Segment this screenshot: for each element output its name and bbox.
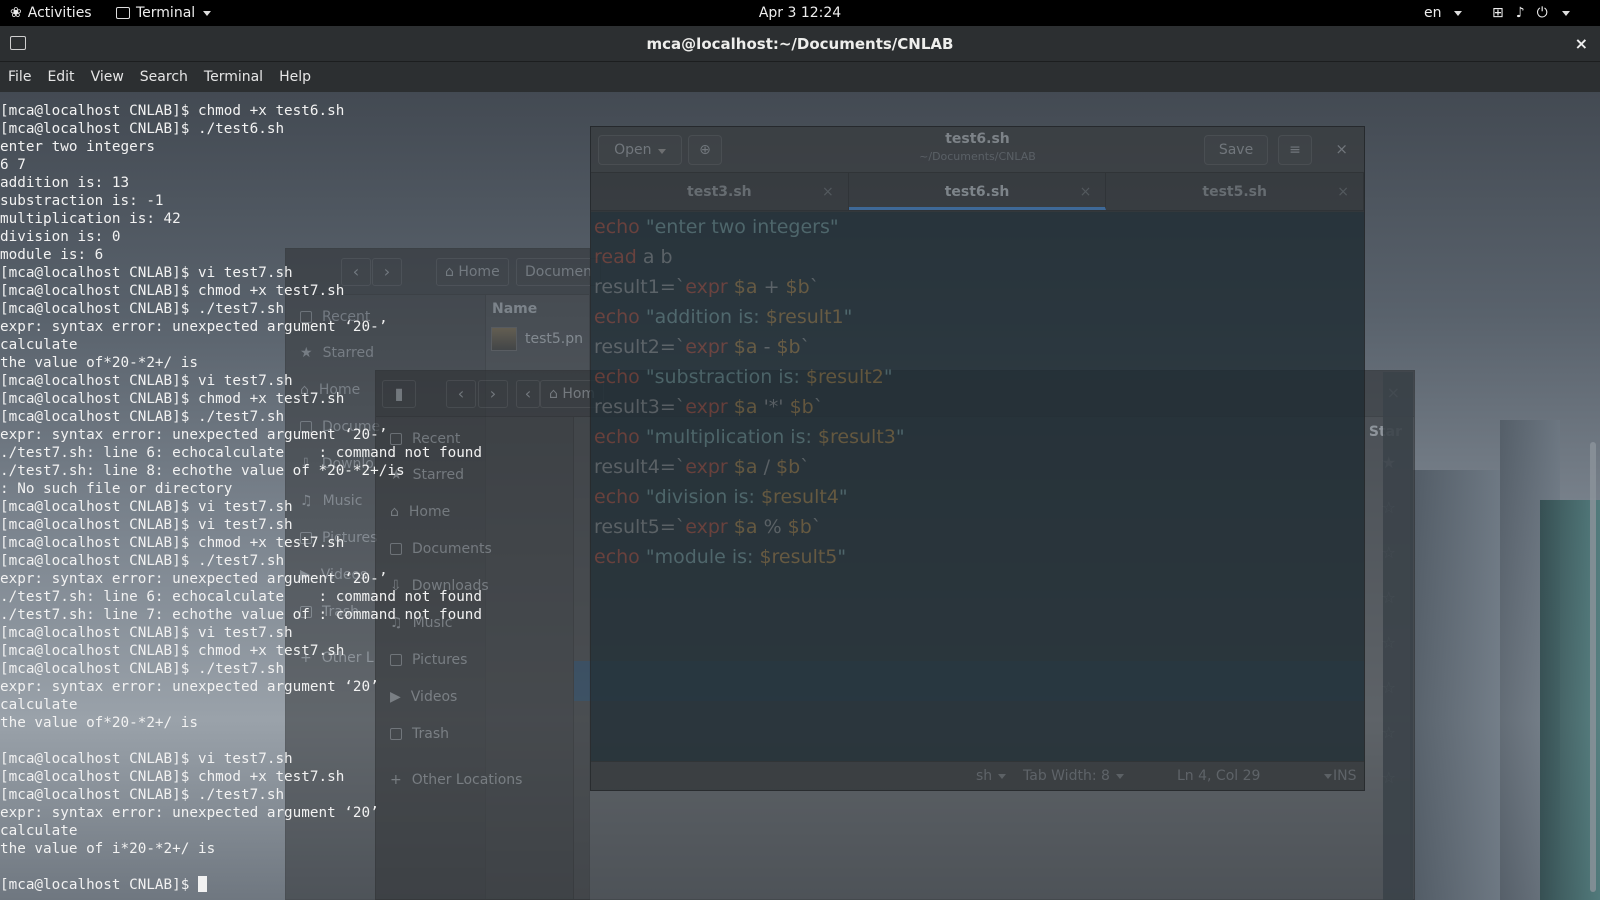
terminal-line: [mca@localhost CNLAB]$ chmod +x test7.sh <box>0 535 345 551</box>
terminal-line: calculate <box>0 337 78 353</box>
volume-icon: ♪ <box>1515 5 1525 21</box>
terminal-line: [mca@localhost CNLAB]$ ./test7.sh <box>0 301 285 317</box>
terminal-line: division is: 0 <box>0 229 121 245</box>
terminal-line: [mca@localhost CNLAB]$ chmod +x test7.sh <box>0 283 345 299</box>
menu-terminal[interactable]: Terminal <box>196 62 271 92</box>
terminal-window: mca@localhost:~/Documents/CNLAB × File E… <box>0 26 1600 900</box>
terminal-line: the value of*20-*2+/ is <box>0 355 198 371</box>
menu-bar: File Edit View Search Terminal Help <box>0 62 1600 92</box>
desktop: ‹ › ⌂ Home Documen Recent ★ Starred ⌂ Home… <box>0 0 1600 900</box>
terminal-line: expr: syntax error: unexpected argument … <box>0 805 379 821</box>
terminal-line: calculate <box>0 697 78 713</box>
terminal-line: ./test7.sh: line 6: echocalculate : comm… <box>0 445 483 461</box>
language-indicator[interactable]: en <box>1424 0 1462 26</box>
terminal-line: expr: syntax error: unexpected argument … <box>0 319 388 335</box>
app-menu-label: Terminal <box>136 5 196 21</box>
app-menu[interactable]: Terminal <box>116 0 212 26</box>
gnome-foot-icon: ❀ <box>10 5 22 21</box>
system-menu[interactable]: ⊞ ♪ ⏻ <box>1492 0 1570 26</box>
window-title: mca@localhost:~/Documents/CNLAB <box>646 35 954 53</box>
terminal-line: [mca@localhost CNLAB]$ vi test7.sh <box>0 373 293 389</box>
menu-file[interactable]: File <box>0 62 39 92</box>
menu-view[interactable]: View <box>83 62 132 92</box>
terminal-line: [mca@localhost CNLAB]$ ./test6.sh <box>0 121 285 137</box>
terminal-prompt-line[interactable]: [mca@localhost CNLAB]$ <box>0 876 482 894</box>
power-icon: ⏻ <box>1536 5 1548 21</box>
terminal-line: [mca@localhost CNLAB]$ ./test7.sh <box>0 409 285 425</box>
terminal-line: [mca@localhost CNLAB]$ vi test7.sh <box>0 625 293 641</box>
clock-container: Apr 3 12:24 <box>0 0 1600 26</box>
terminal-line: multiplication is: 42 <box>0 211 181 227</box>
chevron-down-icon <box>203 10 212 16</box>
chevron-down-icon <box>1453 10 1462 16</box>
menu-help[interactable]: Help <box>271 62 319 92</box>
terminal-lines: [mca@localhost CNLAB]$ chmod +x test6.sh… <box>0 102 482 894</box>
terminal-line: ./test7.sh: line 7: echothe value of : c… <box>0 607 483 623</box>
terminal-line: the value of i*20-*2+/ is <box>0 841 216 857</box>
terminal-line: [mca@localhost CNLAB]$ vi test7.sh <box>0 517 293 533</box>
terminal-line: [mca@localhost CNLAB]$ ./test7.sh <box>0 787 285 803</box>
chevron-down-icon <box>1561 10 1570 16</box>
terminal-line: calculate <box>0 823 78 839</box>
terminal-line: [mca@localhost CNLAB]$ vi test7.sh <box>0 751 293 767</box>
terminal-line: 6 7 <box>0 157 26 173</box>
terminal-line: [mca@localhost CNLAB]$ ./test7.sh <box>0 661 285 677</box>
terminal-line: substraction is: -1 <box>0 193 164 209</box>
terminal-output[interactable]: [mca@localhost CNLAB]$ chmod +x test6.sh… <box>0 92 1600 900</box>
scrollbar[interactable] <box>1590 442 1596 892</box>
terminal-line: expr: syntax error: unexpected argument … <box>0 427 388 443</box>
terminal-line: ./test7.sh: line 8: echothe value of *20… <box>0 463 405 479</box>
top-bar: ❀ Activities Terminal Apr 3 12:24 en ⊞ ♪… <box>0 0 1600 26</box>
terminal-line: [mca@localhost CNLAB]$ vi test7.sh <box>0 265 293 281</box>
terminal-line: the value of*20-*2+/ is <box>0 715 198 731</box>
terminal-line: : No such file or directory <box>0 481 233 497</box>
terminal-line: expr: syntax error: unexpected argument … <box>0 679 379 695</box>
terminal-icon <box>116 7 130 19</box>
terminal-line: [mca@localhost CNLAB]$ chmod +x test7.sh <box>0 643 345 659</box>
terminal-line: [mca@localhost CNLAB]$ chmod +x test7.sh <box>0 769 345 785</box>
network-icon: ⊞ <box>1492 5 1504 21</box>
close-icon[interactable]: × <box>1575 26 1588 62</box>
terminal-line: addition is: 13 <box>0 175 130 191</box>
menu-search[interactable]: Search <box>132 62 196 92</box>
terminal-line: [mca@localhost CNLAB]$ ./test7.sh <box>0 553 285 569</box>
terminal-line: module is: 6 <box>0 247 104 263</box>
text-cursor <box>197 876 207 892</box>
terminal-line: [mca@localhost CNLAB]$ vi test7.sh <box>0 499 293 515</box>
terminal-line: expr: syntax error: unexpected argument … <box>0 571 388 587</box>
activities-label: Activities <box>27 5 92 21</box>
activities-button[interactable]: ❀ Activities <box>10 0 92 26</box>
language-label: en <box>1424 5 1442 21</box>
menu-edit[interactable]: Edit <box>39 62 82 92</box>
terminal-line: [mca@localhost CNLAB]$ chmod +x test6.sh <box>0 103 345 119</box>
clock[interactable]: Apr 3 12:24 <box>759 5 841 21</box>
terminal-line: [mca@localhost CNLAB]$ chmod +x test7.sh <box>0 391 345 407</box>
terminal-line: enter two integers <box>0 139 155 155</box>
terminal-line: ./test7.sh: line 6: echocalculate : comm… <box>0 589 483 605</box>
terminal-prompt: [mca@localhost CNLAB]$ <box>0 877 198 893</box>
terminal-titlebar: mca@localhost:~/Documents/CNLAB × <box>0 26 1600 62</box>
